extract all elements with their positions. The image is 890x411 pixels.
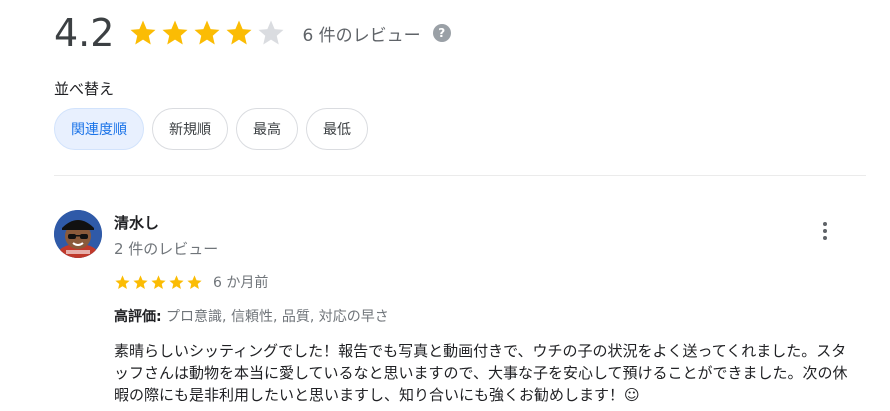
more-vert-icon[interactable] <box>812 218 838 244</box>
avatar[interactable] <box>54 210 102 258</box>
star-icon <box>151 274 166 289</box>
star-icon <box>258 20 284 45</box>
review-highlights: 高評価: プロ意識, 信頼性, 品質, 対応の早さ <box>114 306 389 326</box>
reviewer-review-count: 2 件のレビュー <box>114 240 219 258</box>
rating-summary: 4.2 6 件のレビュー ? <box>54 10 451 56</box>
star-icon <box>130 20 156 45</box>
star-icon <box>226 20 252 45</box>
star-icon <box>115 274 130 289</box>
review-date: 6 か月前 <box>213 275 269 291</box>
more-dot <box>823 236 827 240</box>
average-score: 4.2 <box>54 11 115 55</box>
sort-chip-highest[interactable]: 最高 <box>236 108 298 150</box>
sort-chip-relevance[interactable]: 関連度順 <box>54 108 144 150</box>
sort-chip-lowest[interactable]: 最低 <box>306 108 368 150</box>
star-icon <box>169 274 184 289</box>
sort-label: 並べ替え <box>54 80 115 98</box>
review-meta: 6 か月前 <box>114 272 268 292</box>
sort-chip-newest[interactable]: 新規順 <box>152 108 228 150</box>
star-icon <box>187 274 202 289</box>
average-rating-stars <box>128 18 286 48</box>
sort-chips: 関連度順 新規順 最高 最低 <box>54 108 368 150</box>
reviewer-name[interactable]: 清水し <box>114 212 159 233</box>
more-dot <box>823 222 827 226</box>
review-rating-stars <box>114 274 203 291</box>
total-review-count[interactable]: 6 件のレビュー <box>302 21 420 46</box>
divider <box>54 175 866 176</box>
avatar-image <box>54 210 102 258</box>
help-icon[interactable]: ? <box>432 24 451 42</box>
highlights-text: プロ意識, 信頼性, 品質, 対応の早さ <box>161 309 389 325</box>
review-text: 素晴らしいシッティングでした！報告でも写真と動画付きで、ウチの子の状況をよく送っ… <box>114 342 848 404</box>
star-icon <box>133 274 148 289</box>
more-dot <box>823 229 827 233</box>
star-icon <box>162 20 188 45</box>
star-icon <box>194 20 220 45</box>
highlights-label: 高評価: <box>114 309 162 325</box>
